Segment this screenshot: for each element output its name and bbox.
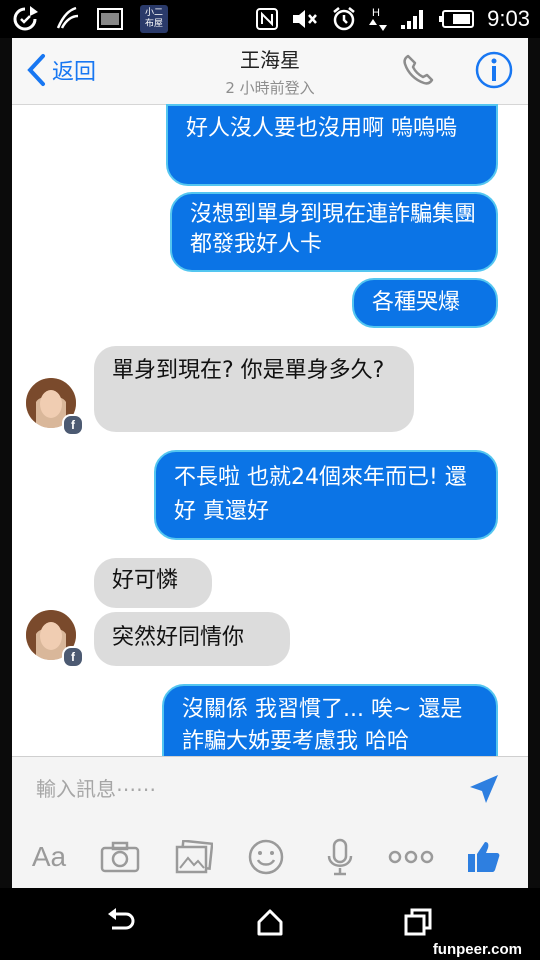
composer: Aa (12, 756, 528, 888)
clock: 9:03 (487, 6, 530, 31)
composer-toolbar: Aa (12, 835, 528, 879)
nav-recents-button[interactable] (404, 908, 432, 940)
nav-back-button[interactable] (106, 908, 136, 940)
send-icon (470, 775, 498, 803)
home-icon (257, 909, 283, 936)
gallery-button[interactable] (172, 835, 216, 879)
data-icon: H (369, 7, 388, 31)
thumbs-up-icon (468, 842, 500, 872)
phone-icon (403, 54, 434, 85)
microphone-icon (327, 838, 353, 876)
svg-text:H: H (372, 7, 380, 19)
microphone-button[interactable] (318, 835, 362, 879)
watermark: funpeer.com (432, 941, 522, 958)
message-incoming: 好可憐 (94, 558, 212, 608)
call-button[interactable] (400, 52, 436, 92)
more-icon (388, 850, 434, 864)
facebook-badge-icon: f (62, 414, 84, 436)
status-bar: 小二 布屋 H 9:03 (0, 0, 540, 38)
chat-screen: 返回 王海星 2 小時前登入 好人沒人要也沒用啊 嗚嗚嗚 沒想到單身到現在連詐騙… (12, 38, 528, 888)
back-icon (108, 908, 135, 930)
text-format-label: Aa (31, 841, 67, 872)
nav-home-button[interactable] (256, 908, 284, 940)
camera-icon (100, 841, 140, 873)
system-nav-bar: funpeer.com (0, 888, 540, 960)
mute-icon (293, 10, 318, 28)
message-outgoing: 沒想到單身到現在連詐騙集團都發我好人卡 (170, 192, 498, 272)
app-icon: 小二 布屋 (140, 5, 168, 33)
emoji-button[interactable] (244, 835, 288, 879)
text-format-button[interactable]: Aa (24, 835, 74, 879)
message-outgoing: 各種哭爆 (352, 278, 498, 328)
message-input[interactable] (34, 771, 458, 807)
facebook-badge-icon: f (62, 646, 84, 668)
recents-icon (404, 908, 432, 936)
like-button[interactable] (462, 835, 506, 879)
sync-icon (13, 6, 38, 31)
smiley-icon (248, 839, 284, 875)
image-icon (97, 8, 123, 30)
nfc-icon (256, 8, 279, 30)
battery-icon (439, 10, 475, 28)
message-outgoing: 好人沒人要也沒用啊 嗚嗚嗚 (166, 104, 498, 186)
alarm-icon (333, 7, 355, 31)
signal-icon (401, 10, 424, 29)
info-icon (475, 51, 513, 89)
message-incoming: 突然好同情你 (94, 612, 290, 666)
chat-header: 返回 王海星 2 小時前登入 (12, 38, 528, 105)
app-badge-text: 小二 布屋 (144, 8, 163, 29)
gallery-icon (175, 840, 213, 874)
send-button[interactable] (468, 773, 500, 809)
message-outgoing: 不長啦 也就24個來年而已! 還好 真還好 (154, 450, 498, 540)
contact-name: 王海星 (240, 48, 300, 72)
more-button[interactable] (386, 835, 436, 879)
swoosh-icon (56, 6, 79, 29)
contact-info: 王海星 2 小時前登入 (12, 44, 528, 98)
info-button[interactable] (474, 50, 514, 94)
message-incoming: 單身到現在? 你是單身多久? (94, 346, 414, 432)
camera-button[interactable] (98, 835, 142, 879)
contact-status: 2 小時前登入 (225, 79, 315, 97)
